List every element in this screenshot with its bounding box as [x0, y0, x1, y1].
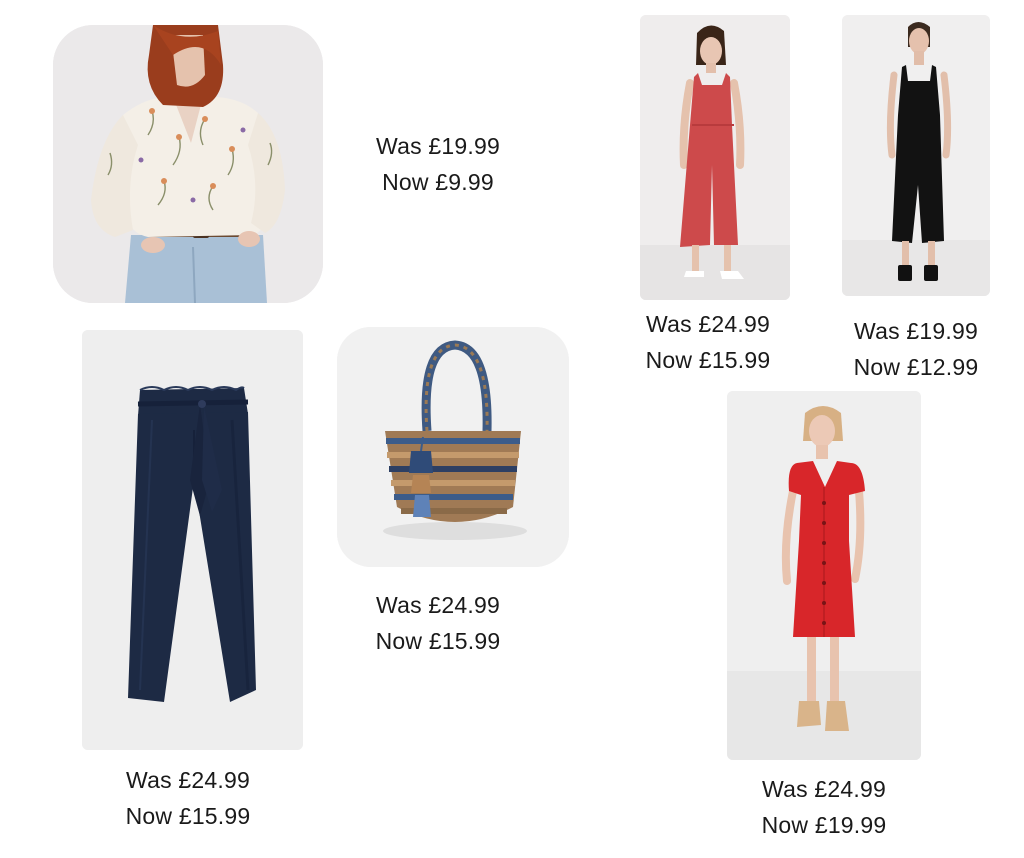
price-block-red-button-dress: Was £24.99 Now £19.99	[744, 771, 904, 843]
was-price: Was £19.99	[376, 133, 500, 159]
price-block-floral-blouse: Was £19.99 Now £9.99	[358, 128, 518, 200]
product-image-navy-trousers[interactable]	[82, 330, 303, 750]
now-price: Now £19.99	[761, 812, 887, 838]
product-image-black-midi-dress[interactable]	[842, 15, 990, 296]
price-block-red-jumpsuit: Was £24.99 Now £15.99	[628, 306, 788, 378]
floral-blouse-illustration	[53, 25, 323, 303]
was-price: Was £24.99	[126, 767, 250, 793]
price-block-straw-tote-bag: Was £24.99 Now £15.99	[358, 587, 518, 659]
now-price: Now £15.99	[645, 347, 771, 373]
price-block-black-midi-dress: Was £19.99 Now £12.99	[836, 313, 996, 385]
straw-bag-illustration	[337, 327, 569, 567]
price-block-navy-trousers: Was £24.99 Now £15.99	[108, 762, 268, 834]
was-price: Was £24.99	[376, 592, 500, 618]
product-image-red-jumpsuit[interactable]	[640, 15, 790, 300]
red-jumpsuit-illustration	[640, 15, 790, 300]
red-dress-illustration	[727, 391, 921, 760]
was-price: Was £24.99	[762, 776, 886, 802]
product-image-red-button-dress[interactable]	[727, 391, 921, 760]
was-price: Was £19.99	[854, 318, 978, 344]
navy-trousers-illustration	[82, 330, 303, 750]
product-image-floral-blouse[interactable]	[53, 25, 323, 303]
now-price: Now £15.99	[375, 628, 501, 654]
now-price: Now £9.99	[382, 169, 494, 195]
product-image-straw-tote-bag[interactable]	[337, 327, 569, 567]
now-price: Now £15.99	[125, 803, 251, 829]
was-price: Was £24.99	[646, 311, 770, 337]
now-price: Now £12.99	[853, 354, 979, 380]
black-dress-illustration	[842, 15, 990, 296]
